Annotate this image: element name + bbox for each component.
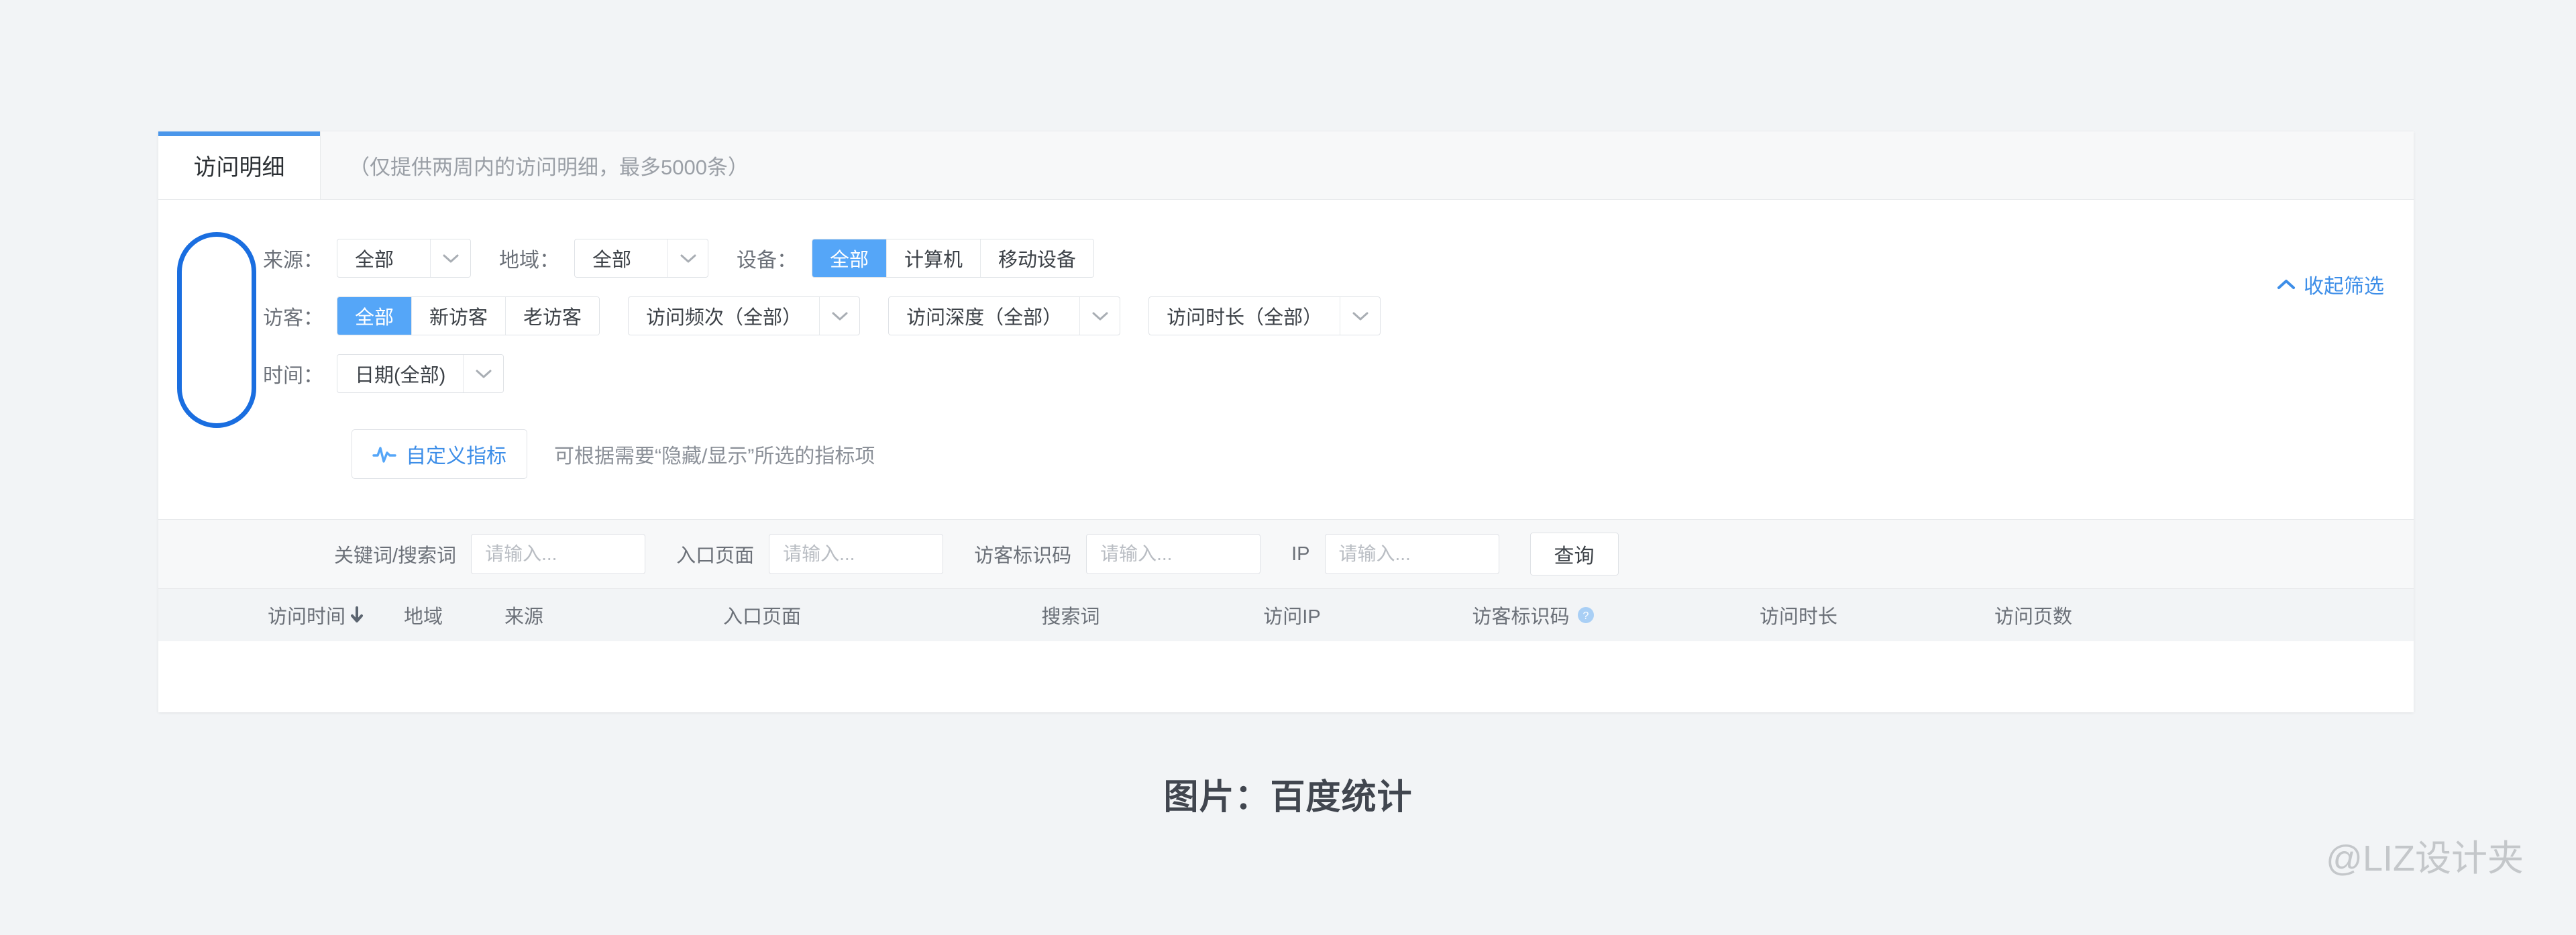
visitor-id-input[interactable] <box>1086 534 1261 574</box>
column-visitor-id-label: 访客标识码 <box>1472 606 1570 628</box>
chevron-down-icon <box>1079 297 1120 335</box>
custom-metrics-button[interactable]: 自定义指标 <box>352 429 527 479</box>
filter-label-time: 时间： <box>263 365 323 387</box>
tab-note-label: （仅提供两周内的访问明细，最多5000条） <box>349 156 749 179</box>
landing-page-label: 入口页面 <box>676 545 755 567</box>
filter-label-source: 来源： <box>263 250 323 272</box>
column-visit-time[interactable]: 访问时间 <box>158 601 373 629</box>
chevron-down-icon <box>430 239 470 277</box>
filter-row-time: 时间： 日期(全部) <box>158 345 2414 402</box>
tab-visit-detail-label: 访问明细 <box>193 155 285 180</box>
landing-page-input[interactable] <box>769 534 944 574</box>
column-source[interactable]: 来源 <box>474 601 574 629</box>
keyword-label: 关键词/搜索词 <box>334 545 457 567</box>
region-select-value: 全部 <box>592 250 632 271</box>
chevron-down-icon <box>819 297 859 335</box>
ip-input[interactable] <box>1324 534 1499 574</box>
device-option-computer[interactable]: 计算机 <box>887 239 981 277</box>
column-region[interactable]: 地域 <box>373 601 474 629</box>
date-select-value: 日期(全部) <box>355 365 446 386</box>
visitor-option-all[interactable]: 全部 <box>337 297 413 335</box>
column-visit-time-label: 访问时间 <box>267 606 345 628</box>
chevron-down-icon <box>463 355 503 392</box>
search-submit-button[interactable]: 查询 <box>1529 533 1619 575</box>
keyword-field-group: 关键词/搜索词 <box>334 534 646 574</box>
keyword-input[interactable] <box>471 534 646 574</box>
region-label: 地域： <box>499 250 559 272</box>
column-visit-ip[interactable]: 访问IP <box>1191 601 1393 629</box>
tab-note: （仅提供两周内的访问明细，最多5000条） <box>321 131 749 199</box>
visit-duration-select[interactable]: 访问时长（全部） <box>1148 296 1381 335</box>
svg-text:?: ? <box>1582 610 1589 622</box>
column-visitor-id[interactable]: 访客标识码 ? <box>1393 601 1674 629</box>
query-bar: 关键词/搜索词 入口页面 访客标识码 IP 查询 <box>158 519 2414 589</box>
visit-duration-value: 访问时长（全部） <box>1167 307 1323 329</box>
device-option-all[interactable]: 全部 <box>812 239 888 277</box>
device-segmented: 全部 计算机 移动设备 <box>812 239 1095 278</box>
visit-frequency-select[interactable]: 访问频次（全部） <box>628 296 861 335</box>
custom-metrics-button-label: 自定义指标 <box>406 445 506 468</box>
source-select-value: 全部 <box>355 250 394 271</box>
tab-visit-detail[interactable]: 访问明细 <box>158 131 321 199</box>
filter-label-visitor: 访客： <box>263 307 323 329</box>
visitor-segmented: 全部 新访客 老访客 <box>337 296 600 335</box>
caption: 图片：百度统计 <box>1163 778 1413 817</box>
source-select[interactable]: 全部 <box>337 239 471 278</box>
filter-row-visitor: 访客： 全部 新访客 老访客 访问频次（全部） 访问深度（全部） 访问时长（全部… <box>158 287 2414 345</box>
sort-down-icon <box>350 606 364 624</box>
visit-depth-select[interactable]: 访问深度（全部） <box>888 296 1121 335</box>
chevron-down-icon <box>1340 297 1380 335</box>
visitor-id-label: 访客标识码 <box>974 545 1072 567</box>
custom-metrics-row: 自定义指标 可根据需要“隐藏/显示”所选的指标项 <box>158 429 2414 479</box>
ip-label: IP <box>1291 543 1310 565</box>
visit-detail-card: 访问明细 （仅提供两周内的访问明细，最多5000条） 收起筛选 来源： 全部 地… <box>158 131 2414 712</box>
custom-metrics-hint: 可根据需要“隐藏/显示”所选的指标项 <box>554 445 875 468</box>
visitor-option-new[interactable]: 新访客 <box>412 297 506 335</box>
device-label: 设备： <box>737 250 797 272</box>
tab-strip: 访问明细 （仅提供两周内的访问明细，最多5000条） <box>158 131 2414 200</box>
column-visit-duration[interactable]: 访问时长 <box>1674 601 1923 629</box>
region-select[interactable]: 全部 <box>574 239 708 278</box>
visitor-option-returning[interactable]: 老访客 <box>506 297 600 335</box>
watermark: @LIZ设计夹 <box>2326 838 2524 879</box>
date-select[interactable]: 日期(全部) <box>337 354 504 393</box>
visit-frequency-value: 访问频次（全部） <box>646 307 802 329</box>
visit-depth-value: 访问深度（全部） <box>906 307 1063 329</box>
filter-panel: 收起筛选 来源： 全部 地域： 全部 设备： 全部 计算机 移动设备 访客： 全… <box>158 229 2414 519</box>
column-landing-page[interactable]: 入口页面 <box>574 601 950 629</box>
column-search-term[interactable]: 搜索词 <box>950 601 1191 629</box>
question-help-icon[interactable]: ? <box>1576 606 1595 624</box>
results-table-header: 访问时间 地域 来源 入口页面 搜索词 访问IP 访客标识码 ? 访问时长 访问… <box>158 589 2414 641</box>
visitor-id-field-group: 访客标识码 <box>974 534 1261 574</box>
chevron-down-icon <box>667 239 708 277</box>
filter-row-source: 来源： 全部 地域： 全部 设备： 全部 计算机 移动设备 <box>158 229 2414 287</box>
column-page-views[interactable]: 访问页数 <box>1923 601 2144 629</box>
landing-page-field-group: 入口页面 <box>676 534 944 574</box>
pulse-icon <box>372 444 396 464</box>
device-option-mobile[interactable]: 移动设备 <box>981 239 1094 277</box>
ip-field-group: IP <box>1291 534 1499 574</box>
